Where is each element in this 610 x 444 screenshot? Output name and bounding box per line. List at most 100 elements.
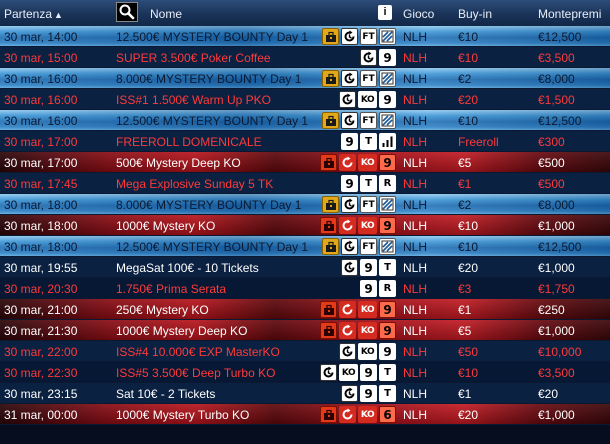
start-time: 30 mar, 22:30 [4, 366, 78, 380]
prize-pool: €1,000 [538, 219, 575, 233]
final-table-icon: FT [360, 112, 377, 129]
tournament-icons: KO 9 [339, 91, 396, 108]
tournament-row[interactable]: 31 mar, 00:00 1000€ Mystery Turbo KO KO 6 NL… [0, 404, 610, 425]
game-type: NLH [403, 177, 428, 191]
tournament-icons: KO 9 [320, 322, 396, 339]
start-time: 30 mar, 14:00 [4, 30, 78, 44]
tournament-row[interactable]: 30 mar, 16:00 8.000€ MYSTERY BOUNTY Day 1… [0, 68, 610, 89]
tournament-row[interactable]: 30 mar, 18:00 12.500€ MYSTERY BOUNTY Day … [0, 236, 610, 257]
tournament-icons: 9R [360, 280, 396, 297]
column-header-gioco[interactable]: Gioco [403, 7, 434, 21]
late-registration-icon [320, 364, 337, 381]
tournament-icons: FT [322, 112, 396, 129]
mystery-bounty-icon [320, 406, 337, 423]
tournament-row[interactable]: 30 mar, 17:00 500€ Mystery Deep KO KO 9 NLH €… [0, 152, 610, 173]
game-type: NLH [403, 198, 428, 212]
game-type: NLH [403, 30, 428, 44]
start-time: 30 mar, 18:00 [4, 240, 78, 254]
tournament-row[interactable]: 30 mar, 16:00 12.500€ MYSTERY BOUNTY Day … [0, 110, 610, 131]
late-registration-icon [360, 49, 377, 66]
late-registration-icon [341, 28, 358, 45]
tournament-row[interactable]: 30 mar, 17:45 Mega Explosive Sunday 5 TK 9… [0, 173, 610, 194]
tournament-icons: 9 [360, 49, 396, 66]
prize-pool: €250 [538, 303, 565, 317]
tournament-icons: KO 9 [320, 301, 396, 318]
prize-pool: €1,000 [538, 408, 575, 422]
tournament-name: FREEROLL DOMENICALE [116, 135, 262, 149]
game-type: NLH [403, 324, 428, 338]
tournament-icons: 9T [341, 259, 396, 276]
tournament-name: SUPER 3.500€ Poker Coffee [116, 51, 271, 65]
buy-in: €10 [458, 51, 479, 65]
speed-icon [379, 196, 396, 213]
table-header: Partenza ▲ Nome i Gioco Buy-in Montepremi [0, 0, 610, 27]
start-time: 30 mar, 16:00 [4, 93, 78, 107]
game-type: NLH [403, 156, 428, 170]
buy-in: €2 [458, 198, 472, 212]
game-type: NLH [403, 303, 428, 317]
sort-ascending-icon[interactable]: ▲ [54, 10, 63, 20]
late-registration-icon [341, 238, 358, 255]
mystery-bounty-icon [322, 70, 339, 87]
column-header-nome[interactable]: Nome [150, 7, 182, 21]
tournament-name: 1000€ Mystery Turbo KO [116, 408, 250, 422]
column-header-buyin[interactable]: Buy-in [458, 7, 492, 21]
prize-pool: €1,000 [538, 324, 575, 338]
knockout-icon: KO [339, 364, 358, 381]
tournament-name: ISS#1 1.500€ Warm Up PKO [116, 93, 271, 107]
table-size-icon: 9 [379, 217, 396, 234]
tournament-row[interactable]: 30 mar, 16:00 ISS#1 1.500€ Warm Up PKO KO 9… [0, 89, 610, 110]
tournament-row[interactable]: 30 mar, 15:00 SUPER 3.500€ Poker Coffee 9 N… [0, 47, 610, 68]
mystery-bounty-icon [322, 196, 339, 213]
tournament-row[interactable]: 30 mar, 19:55 MegaSat 100€ - 10 Tickets 9 T… [0, 257, 610, 278]
tournament-row[interactable]: 30 mar, 21:00 250€ Mystery KO KO 9 NLH €1 €250 [0, 299, 610, 320]
tournament-name: 1000€ Mystery KO [116, 219, 216, 233]
tournament-name: 12.500€ MYSTERY BOUNTY Day 1 [116, 30, 309, 44]
tournament-row[interactable]: 30 mar, 18:00 1000€ Mystery KO KO 9 NLH €10 €1… [0, 215, 610, 236]
ticket-icon: T [360, 175, 377, 192]
late-registration-icon [341, 385, 358, 402]
tournament-icons: KO 9 [339, 343, 396, 360]
buy-in: €3 [458, 282, 472, 296]
buy-in: Freeroll [458, 135, 499, 149]
rebuy-icon: R [379, 175, 396, 192]
tournament-row[interactable]: 30 mar, 23:15 Sat 10€ - 2 Tickets 9 T NLH €1 €… [0, 383, 610, 404]
prize-pool: €1,000 [538, 261, 575, 275]
tournament-row[interactable]: 30 mar, 14:00 12.500€ MYSTERY BOUNTY Day … [0, 26, 610, 47]
tournament-row[interactable]: 30 mar, 18:00 8.000€ MYSTERY BOUNTY Day 1… [0, 194, 610, 215]
table-size-icon: 9 [379, 343, 396, 360]
rebuy-icon: R [379, 280, 396, 297]
speed-icon [379, 28, 396, 45]
search-icon[interactable] [116, 2, 138, 22]
game-type: NLH [403, 282, 428, 296]
structure-bars-icon [379, 133, 396, 150]
prize-pool: €500 [538, 156, 565, 170]
buy-in: €10 [458, 30, 479, 44]
tournament-row[interactable]: 30 mar, 21:30 1000€ Mystery Deep KO KO 9 NLH… [0, 320, 610, 341]
tournament-row[interactable]: 30 mar, 20:30 1.750€ Prima Serata 9 R NLH €3 €… [0, 278, 610, 299]
prize-pool: €3,500 [538, 366, 575, 380]
tournament-name: 8.000€ MYSTERY BOUNTY Day 1 [116, 72, 302, 86]
column-header-montepremi[interactable]: Montepremi [538, 7, 601, 21]
start-time: 30 mar, 22:00 [4, 345, 78, 359]
table-size-icon: 9 [379, 91, 396, 108]
prize-pool: €8,000 [538, 198, 575, 212]
tournament-row[interactable]: 30 mar, 22:30 ISS#5 3.500€ Deep Turbo KO K… [0, 362, 610, 383]
start-time: 30 mar, 18:00 [4, 198, 78, 212]
info-icon[interactable]: i [378, 5, 392, 20]
tournament-row[interactable]: 30 mar, 22:00 ISS#4 10.000€ EXP MasterKO K… [0, 341, 610, 362]
tournament-icons: KO 9 T [320, 364, 396, 381]
game-type: NLH [403, 261, 428, 275]
tournament-icons: KO 9 [320, 154, 396, 171]
column-header-partenza[interactable]: Partenza ▲ [4, 7, 63, 21]
tournament-name: ISS#4 10.000€ EXP MasterKO [116, 345, 280, 359]
start-time: 30 mar, 19:55 [4, 261, 78, 275]
start-time: 30 mar, 17:00 [4, 135, 78, 149]
buy-in: €20 [458, 93, 479, 107]
tournament-name: Mega Explosive Sunday 5 TK [116, 177, 274, 191]
start-time: 30 mar, 15:00 [4, 51, 78, 65]
tournament-icons: KO 6 [320, 406, 396, 423]
tournament-name: 8.000€ MYSTERY BOUNTY Day 1 [116, 198, 302, 212]
tournament-row[interactable]: 30 mar, 17:00 FREEROLL DOMENICALE 9 T NLH Fre… [0, 131, 610, 152]
start-time: 30 mar, 21:00 [4, 303, 78, 317]
